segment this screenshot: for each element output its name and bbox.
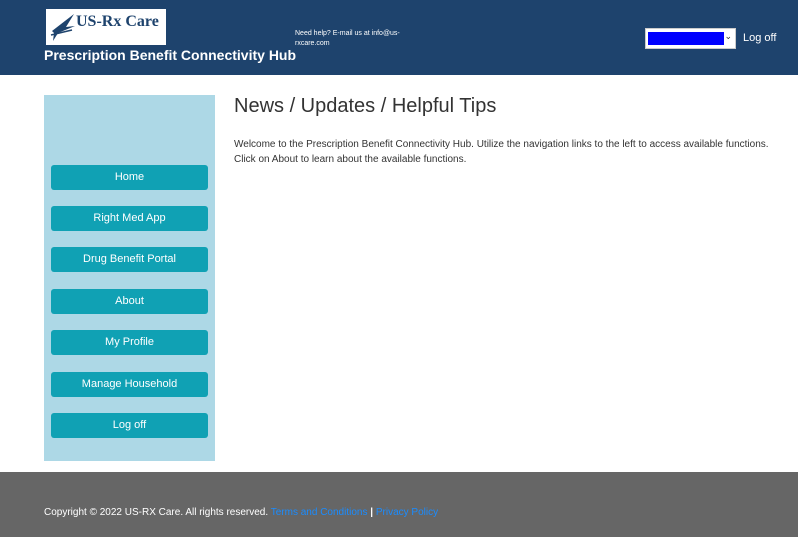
redacted-username	[648, 32, 724, 45]
terms-link[interactable]: Terms and Conditions	[271, 507, 368, 518]
sidebar-item-home[interactable]: Home	[51, 165, 208, 190]
sidebar-nav: Home Right Med App Drug Benefit Portal A…	[44, 95, 215, 461]
privacy-link[interactable]: Privacy Policy	[376, 507, 438, 518]
sidebar-item-about[interactable]: About	[51, 289, 208, 314]
footer-bar: Copyright © 2022 US-RX Care. All rights …	[44, 507, 438, 518]
sidebar-item-logoff[interactable]: Log off	[51, 413, 208, 438]
help-email-text: Need help? E-mail us at info@us-rxcare.c…	[295, 30, 400, 47]
header-logoff-link[interactable]: Log off	[743, 32, 776, 44]
sidebar-item-manage-household[interactable]: Manage Household	[51, 372, 208, 397]
sidebar-item-my-profile[interactable]: My Profile	[51, 330, 208, 355]
site-header: US-Rx Care Prescription Benefit Connecti…	[0, 0, 798, 75]
sidebar-item-drug-benefit-portal[interactable]: Drug Benefit Portal	[51, 247, 208, 272]
logo-text: US-Rx Care	[76, 13, 159, 30]
copyright-text: Copyright © 2022 US-RX Care. All rights …	[44, 507, 269, 518]
footer-separator: |	[370, 507, 374, 518]
hub-title: Prescription Benefit Connectivity Hub	[44, 47, 297, 63]
user-select[interactable]: ⌄	[645, 28, 736, 49]
page-title: News / Updates / Helpful Tips	[234, 95, 497, 117]
chevron-down-icon: ⌄	[724, 31, 732, 41]
intro-text: Welcome to the Prescription Benefit Conn…	[234, 139, 769, 165]
eagle-logo-icon	[50, 14, 75, 41]
sidebar-item-right-med-app[interactable]: Right Med App	[51, 206, 208, 231]
site-footer	[0, 472, 798, 537]
us-rx-care-logo[interactable]: US-Rx Care	[46, 9, 166, 45]
